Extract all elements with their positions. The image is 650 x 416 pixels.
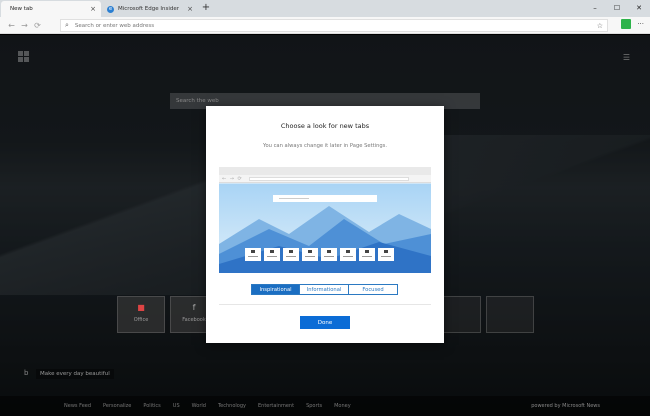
news-item[interactable]: Entertainment <box>258 403 294 409</box>
news-item[interactable]: Technology <box>218 403 246 409</box>
preview-search-box <box>273 195 377 202</box>
new-tab-button[interactable]: + <box>200 2 212 14</box>
edge-logo-icon: e <box>107 5 114 13</box>
image-caption[interactable]: Make every day beautiful <box>36 369 114 379</box>
layout-preview: ← → ⟳ <box>219 167 431 273</box>
page-settings-icon[interactable]: ☰ <box>623 53 630 62</box>
done-button[interactable]: Done <box>300 316 350 329</box>
news-item[interactable]: Personalize <box>103 403 131 409</box>
address-bar: ← → ⟳ ⌕ ☆ ··· <box>0 17 650 34</box>
maximize-icon[interactable]: ☐ <box>606 0 628 17</box>
close-window-icon[interactable]: ✕ <box>628 0 650 17</box>
more-icon[interactable]: ··· <box>637 20 644 28</box>
dialog-title: Choose a look for new tabs <box>280 122 370 130</box>
address-input[interactable] <box>74 22 597 29</box>
news-item[interactable]: News Feed <box>64 403 91 409</box>
address-field[interactable]: ⌕ ☆ <box>60 19 608 32</box>
option-informational[interactable]: Informational <box>300 284 349 295</box>
favorite-star-icon[interactable]: ☆ <box>597 22 603 30</box>
powered-by-label: powered by Microsoft News <box>531 403 600 409</box>
news-item[interactable]: Politics <box>143 403 160 409</box>
office-icon: ■ <box>137 303 145 312</box>
tab-label: Microsoft Edge Insider <box>118 6 180 12</box>
dialog-divider <box>219 304 431 305</box>
minimize-icon[interactable]: – <box>584 0 606 17</box>
preview-quick-links <box>245 248 394 261</box>
quick-link-empty[interactable] <box>486 296 534 333</box>
back-icon[interactable]: ← <box>5 21 18 30</box>
quick-link-office[interactable]: ■ Office <box>117 296 165 333</box>
option-inspirational[interactable]: Inspirational <box>251 284 300 295</box>
option-focused[interactable]: Focused <box>349 284 398 295</box>
insider-icon[interactable] <box>621 19 632 29</box>
quick-link-label: Office <box>133 317 149 323</box>
refresh-icon[interactable]: ⟳ <box>31 21 44 30</box>
toolbar-right: ··· <box>621 19 644 29</box>
title-bar: New tab × e Microsoft Edge Insider × + –… <box>0 0 650 17</box>
search-icon: ⌕ <box>65 21 69 29</box>
news-item[interactable]: Sports <box>306 403 322 409</box>
windows-logo-icon[interactable] <box>18 51 29 62</box>
news-bar: News Feed Personalize Politics US World … <box>0 396 650 416</box>
quick-links: ■ Office f Facebook <box>117 296 218 333</box>
close-icon[interactable]: × <box>187 5 193 13</box>
bing-icon: b <box>24 369 29 377</box>
quick-link-label: Facebook <box>182 317 206 323</box>
window-controls: – ☐ ✕ <box>584 0 650 17</box>
preview-url-box <box>249 177 409 181</box>
news-item[interactable]: World <box>192 403 206 409</box>
tab-edge-insider[interactable]: e Microsoft Edge Insider × <box>102 1 198 17</box>
news-item[interactable]: Money <box>334 403 351 409</box>
news-item[interactable]: US <box>173 403 180 409</box>
preview-nav-icons: ← → ⟳ <box>222 176 243 182</box>
forward-icon[interactable]: → <box>18 21 31 30</box>
preview-tab-strip <box>219 167 431 175</box>
tab-new-tab[interactable]: New tab × <box>1 1 101 17</box>
preview-address-bar: ← → ⟳ <box>219 175 431 183</box>
layout-segmented-control: Inspirational Informational Focused <box>251 284 398 295</box>
close-icon[interactable]: × <box>90 5 96 13</box>
dialog-subtitle: You can always change it later in Page S… <box>262 143 388 149</box>
choose-look-dialog: Choose a look for new tabs You can alway… <box>206 106 444 343</box>
tab-label: New tab <box>10 6 33 12</box>
